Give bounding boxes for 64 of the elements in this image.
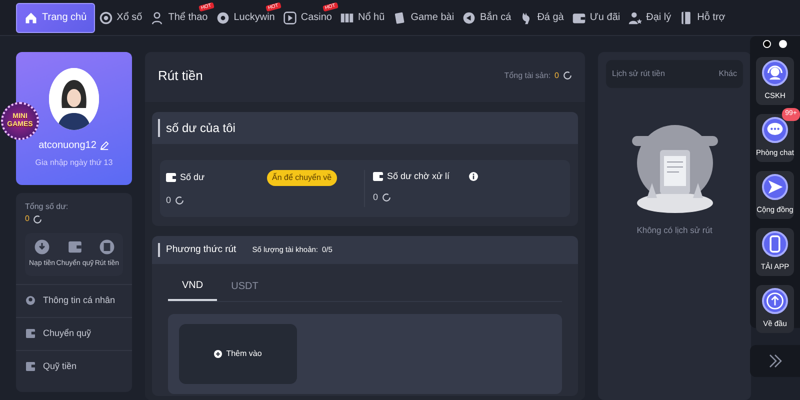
join-date: Gia nhập ngày thứ 13 (35, 157, 113, 169)
home-icon (24, 10, 38, 24)
play-icon (282, 10, 297, 24)
refresh-icon[interactable] (563, 71, 572, 80)
menu-item[interactable]: Chuyển quỹ (43, 326, 92, 340)
collapse-button[interactable] (750, 345, 800, 377)
fish-icon (462, 10, 476, 24)
pending-label: Số dư chờ xử lí (387, 170, 450, 182)
nav-tab[interactable]: Đá gà (515, 2, 568, 32)
balance-amount: 0 (166, 194, 172, 206)
nav-tab[interactable]: Trang chủ (16, 2, 95, 32)
page-title: Rút tiền (158, 67, 203, 85)
send-icon (762, 174, 788, 200)
wallet-icon (26, 329, 35, 338)
person-star-icon (628, 10, 642, 24)
book-icon (679, 10, 694, 24)
nav-tab[interactable]: Hỗ trợ (675, 2, 730, 32)
nav-tab[interactable]: Ưu đãi (568, 2, 624, 32)
section-title: số dư của tôi (158, 118, 236, 136)
dark-mode-icon[interactable] (763, 40, 771, 48)
wallet-icon[interactable] (66, 239, 83, 255)
history-title: Lịch sử rút tiền (612, 68, 665, 80)
headset-icon (762, 60, 788, 86)
menu-item[interactable]: Quỹ tiền (43, 360, 77, 374)
nav-tab[interactable]: Xổ số (94, 2, 146, 32)
nav-tab[interactable]: Game bài (388, 2, 458, 32)
nav-tab[interactable]: Nổ hũ (336, 2, 389, 32)
nav-tab[interactable]: Bắn cá (458, 2, 516, 32)
other-link[interactable]: Khác (718, 68, 737, 80)
nav-tab[interactable]: Đại lý (624, 2, 676, 32)
ball-icon (216, 10, 230, 24)
info-icon[interactable] (469, 172, 478, 181)
transfer-back-button[interactable]: Ấn để chuyển về (267, 170, 337, 186)
wallet-icon (572, 10, 586, 24)
cards-icon (392, 10, 407, 24)
plus-icon (214, 350, 222, 358)
total-balance-label: Tổng số dư: (25, 201, 70, 213)
refresh-icon[interactable] (175, 196, 184, 205)
username: atconuong12 (38, 139, 96, 153)
deposit-icon[interactable] (34, 239, 50, 255)
total-assets-label: Tổng tài sản: (504, 70, 551, 82)
balance-label: Số dư (180, 170, 206, 184)
refresh-icon[interactable] (382, 193, 392, 202)
currency-tab[interactable]: VND (168, 272, 218, 301)
menu-item[interactable]: Thông tin cá nhân (43, 294, 116, 308)
slot-icon (340, 10, 354, 24)
total-assets-value: 0 (554, 70, 559, 82)
phone-icon (762, 231, 788, 257)
section-title: Phương thức rút (158, 242, 236, 257)
add-account-button[interactable]: Thêm vào (179, 324, 297, 384)
refresh-icon[interactable] (33, 214, 42, 224)
coin-icon (98, 10, 113, 24)
pending-amount: 0 (373, 191, 378, 204)
currency-tab[interactable]: USDT (217, 272, 272, 301)
up-arrow-icon (762, 288, 788, 314)
wallet-icon (373, 172, 383, 181)
double-chevron-icon (767, 353, 783, 369)
empty-message: Không có lịch sử rút (636, 224, 712, 237)
light-mode-icon[interactable] (779, 40, 787, 48)
edit-icon[interactable] (100, 141, 110, 150)
wallet-icon (166, 173, 176, 182)
chat-icon (762, 117, 788, 143)
balance-value: 0 (25, 213, 30, 225)
withdraw-icon[interactable] (98, 239, 115, 255)
